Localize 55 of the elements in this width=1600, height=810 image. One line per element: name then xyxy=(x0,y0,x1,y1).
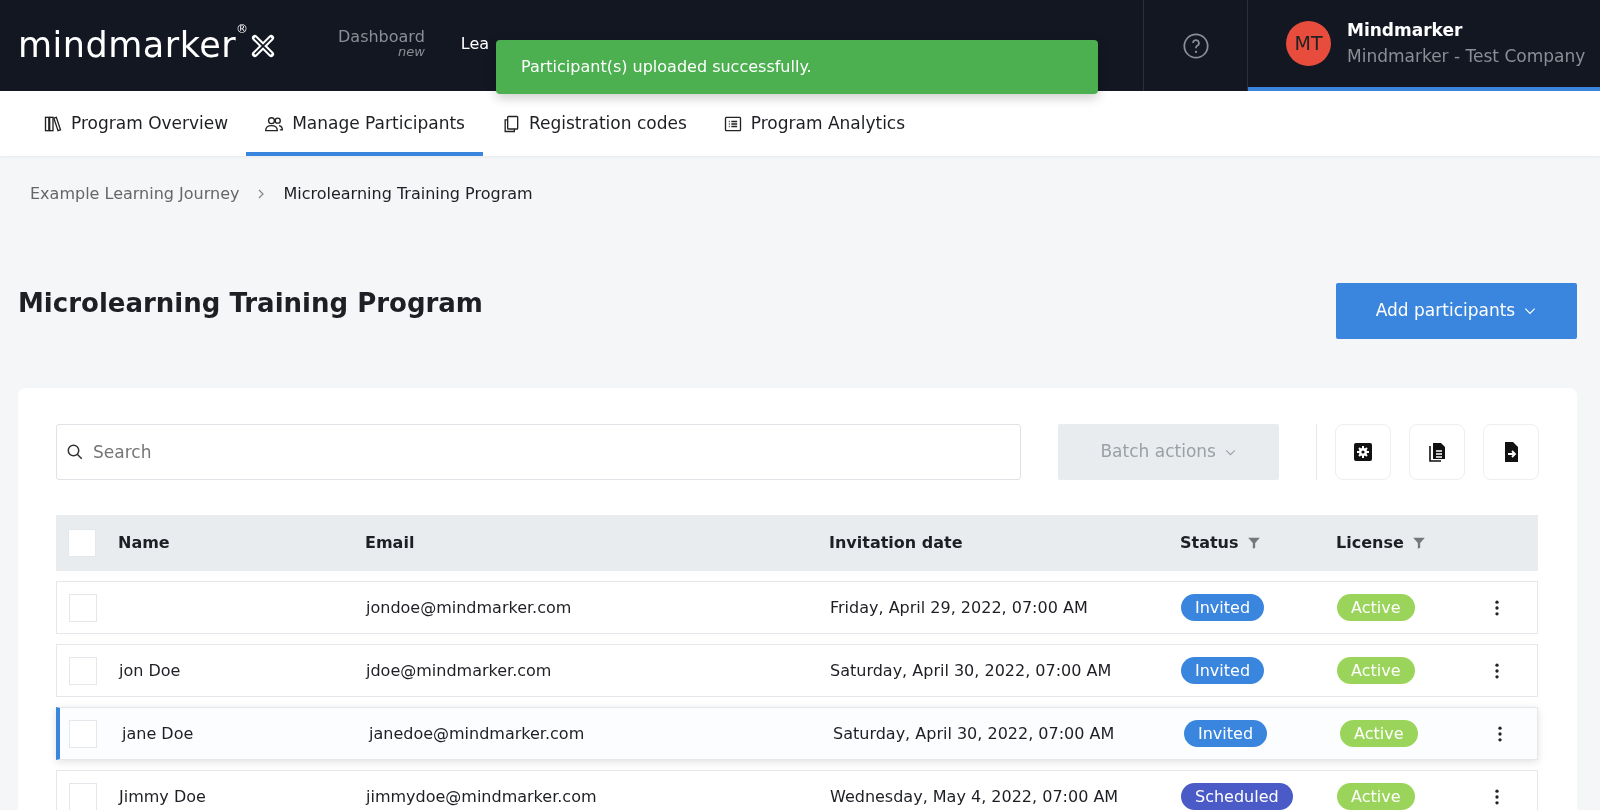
success-toast: Participant(s) uploaded successfully. xyxy=(496,40,1098,94)
table-cell: Friday, April 29, 2022, 07:00 AM xyxy=(830,597,1088,617)
table-row[interactable]: jondoe@mindmarker.com Friday, April 29, 2022, 07:00 AM Invited Active xyxy=(56,581,1538,634)
breadcrumb-current: Microlearning Training Program xyxy=(283,183,533,205)
row-checkbox[interactable] xyxy=(69,593,97,622)
row-checkbox[interactable] xyxy=(69,782,97,810)
license-badge: Active xyxy=(1340,719,1418,747)
column-header: Name xyxy=(118,532,170,554)
logo: mindmarker$^{®}$ xyxy=(0,0,320,91)
search-field[interactable]: Search xyxy=(56,424,1021,480)
table-cell: Wednesday, May 4, 2022, 07:00 AM xyxy=(830,786,1119,806)
status-badge: Invited xyxy=(1181,656,1265,684)
user-name: Mindmarker xyxy=(1347,19,1464,42)
tab[interactable]: Program Overview xyxy=(25,91,247,156)
filter-icon[interactable] xyxy=(1411,536,1426,550)
search-icon xyxy=(66,443,84,461)
table-cell: jdoe@mindmarker.com xyxy=(366,660,552,680)
company-name: Mindmarker - Test Company xyxy=(1347,44,1586,68)
breadcrumb-link[interactable]: Example Learning Journey xyxy=(30,182,240,206)
tab[interactable]: Manage Participants xyxy=(246,91,483,156)
table-cell: jon Doe xyxy=(119,660,181,680)
column-header: Email xyxy=(365,532,415,554)
status-badge: Scheduled xyxy=(1181,782,1293,810)
table-cell: janedoe@mindmarker.com xyxy=(369,723,585,743)
column-header: License xyxy=(1336,532,1404,554)
help-icon[interactable] xyxy=(1181,31,1210,60)
table-row[interactable]: Jimmy Doe jimmydoe@mindmarker.com Wednesday, May 4, 2022, 07:00 AM Scheduled Active xyxy=(56,770,1538,810)
tab[interactable]: Registration codes xyxy=(482,91,705,156)
export-button[interactable] xyxy=(1483,424,1539,480)
table-cell: Saturday, April 30, 2022, 07:00 AM xyxy=(830,660,1112,680)
row-checkbox[interactable] xyxy=(69,719,97,748)
table-cell: jane Doe xyxy=(122,723,194,743)
add-participants-button[interactable]: Add participants xyxy=(1336,283,1577,339)
status-badge: Invited xyxy=(1181,593,1265,621)
avatar: MT xyxy=(1286,21,1331,66)
status-badge: Invited xyxy=(1184,719,1268,747)
nav-link[interactable]: Dashboard new xyxy=(320,27,443,60)
table-row[interactable]: jon Doe jdoe@mindmarker.com Saturday, April 30, 2022, 07:00 AM Invited Active xyxy=(56,644,1538,697)
row-checkbox[interactable] xyxy=(69,656,97,685)
license-badge: Active xyxy=(1337,593,1415,621)
table-cell: jimmydoe@mindmarker.com xyxy=(366,786,597,806)
license-badge: Active xyxy=(1337,656,1415,684)
table-cell: jondoe@mindmarker.com xyxy=(366,597,572,617)
license-badge: Active xyxy=(1337,782,1415,810)
column-header: Status xyxy=(1180,532,1239,554)
table-cell: Jimmy Doe xyxy=(119,786,206,806)
copy-button[interactable] xyxy=(1409,424,1466,480)
page-title: Microlearning Training Program xyxy=(18,288,483,320)
filter-icon[interactable] xyxy=(1246,536,1261,550)
table-row[interactable]: jane Doe janedoe@mindmarker.com Saturday, April 30, 2022, 07:00 AM Invited Active xyxy=(56,707,1538,760)
select-all-checkbox[interactable] xyxy=(68,529,96,557)
table-cell: Saturday, April 30, 2022, 07:00 AM xyxy=(833,723,1115,743)
tab[interactable]: Program Analytics xyxy=(704,91,924,156)
column-header: Invitation date xyxy=(829,532,963,554)
settings-button[interactable] xyxy=(1335,424,1392,480)
